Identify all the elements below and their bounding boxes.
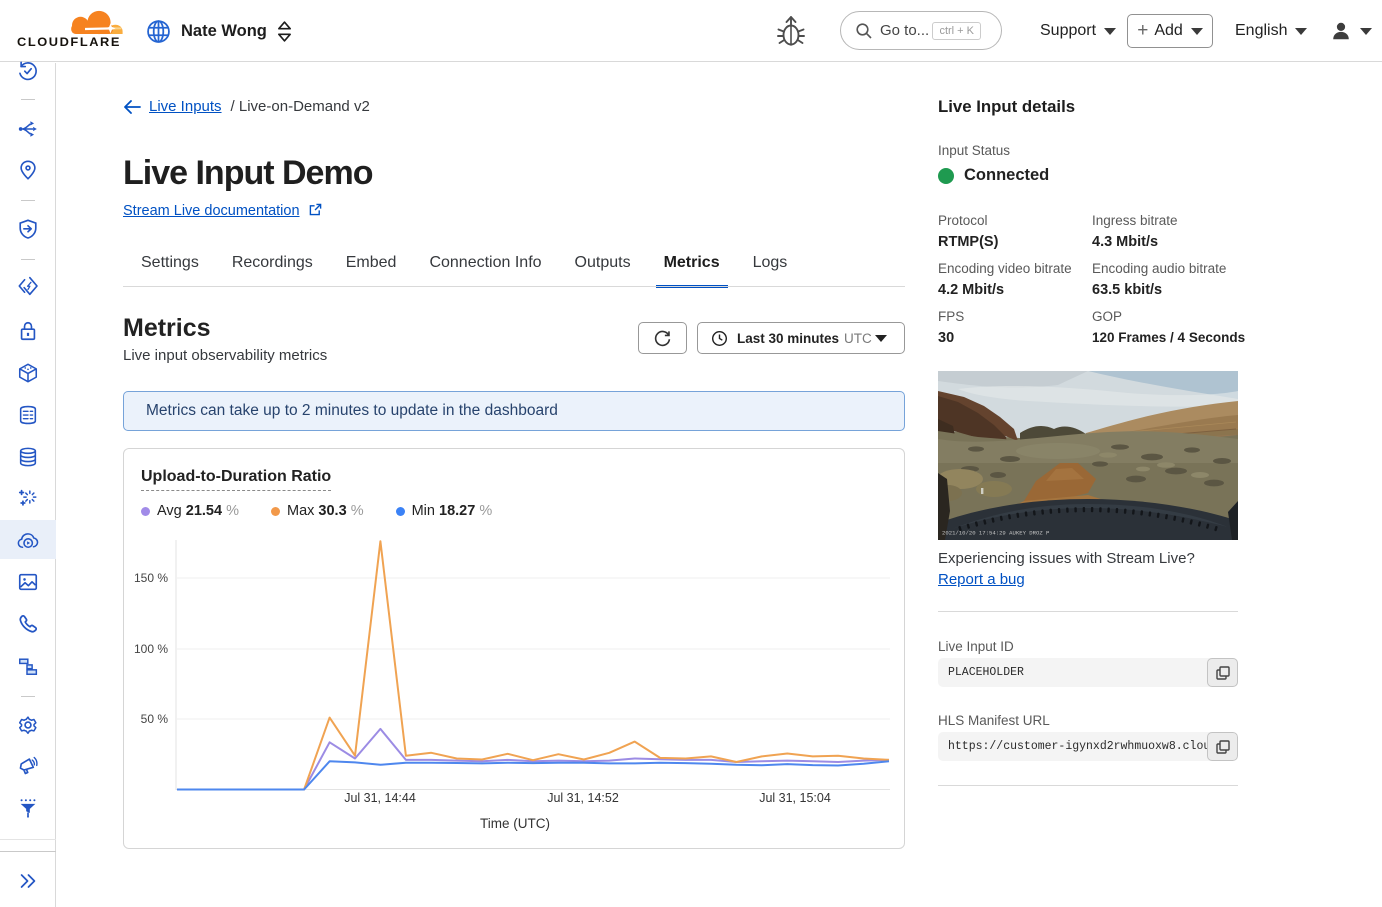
- svg-text:Jul 31, 15:04: Jul 31, 15:04: [759, 791, 831, 805]
- svg-text:50 %: 50 %: [141, 712, 169, 726]
- svg-text:100 %: 100 %: [134, 642, 168, 656]
- svg-text:Time (UTC): Time (UTC): [480, 816, 550, 831]
- svg-text:CLOUDFLARE: CLOUDFLARE: [17, 35, 121, 49]
- svg-text:Jul 31, 14:44: Jul 31, 14:44: [344, 791, 416, 805]
- svg-text:Jul 31, 14:52: Jul 31, 14:52: [547, 791, 619, 805]
- svg-text:150 %: 150 %: [134, 571, 168, 585]
- svg-text:2021/10/20 17:54:29 AUKEY DROZ: 2021/10/20 17:54:29 AUKEY DROZ P: [942, 530, 1050, 537]
